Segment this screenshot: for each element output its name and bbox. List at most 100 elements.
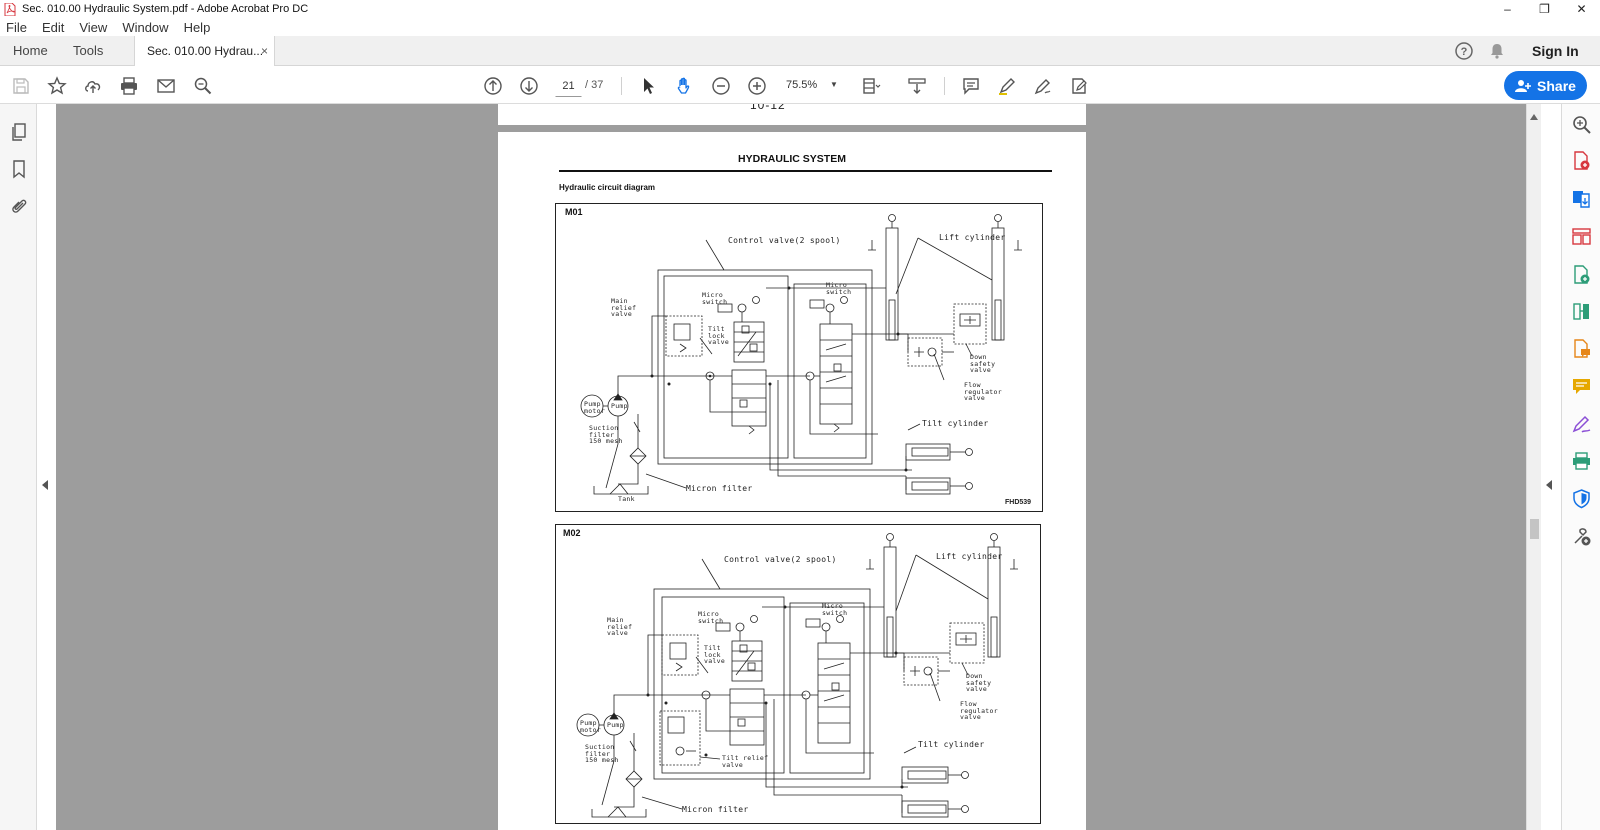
- title-bar: Sec. 010.00 Hydraulic System.pdf - Adobe…: [0, 0, 1600, 18]
- title-rule: [559, 170, 1052, 172]
- document-viewer[interactable]: 10-12 HYDRAULIC SYSTEM Hydraulic circuit…: [56, 104, 1526, 830]
- close-tab-icon[interactable]: ×: [261, 44, 268, 58]
- find-search-icon[interactable]: [192, 75, 214, 97]
- label-micro-switch-2: Micro switch: [822, 602, 848, 617]
- label-micron-filter: Micron filter: [682, 805, 749, 814]
- menu-edit[interactable]: Edit: [40, 20, 66, 35]
- scroll-up-icon[interactable]: [1530, 114, 1538, 120]
- zoom-level[interactable]: 75.5%: [786, 79, 817, 91]
- label-control-valve: Control valve(2 spool): [728, 236, 841, 245]
- label-tank: Tank: [618, 495, 635, 503]
- send-for-comments-icon[interactable]: [1571, 338, 1592, 359]
- menu-window[interactable]: Window: [120, 20, 170, 35]
- hand-tool-icon[interactable]: [673, 75, 695, 97]
- minimize-button[interactable]: –: [1489, 0, 1526, 18]
- menu-bar: File Edit View Window Help: [0, 18, 1600, 36]
- scroll-mode-icon[interactable]: [906, 75, 928, 97]
- label-micro-switch-2: Micro switch: [826, 281, 852, 296]
- create-pdf-icon[interactable]: [1571, 188, 1592, 209]
- label-suction-filter: Suction filter 150 mesh: [585, 743, 619, 764]
- comment-icon[interactable]: [960, 75, 982, 97]
- bookmark-star-icon[interactable]: [46, 75, 68, 97]
- protect-icon[interactable]: [1571, 488, 1592, 509]
- sign-pen-icon[interactable]: [1032, 75, 1054, 97]
- label-flow-regulator-valve: Flow regulator valve: [964, 381, 1002, 402]
- bookmark-icon[interactable]: [9, 159, 29, 179]
- menu-view[interactable]: View: [77, 20, 109, 35]
- zoom-dropdown-icon[interactable]: ▼: [830, 80, 838, 89]
- label-pump: Pump: [607, 721, 624, 729]
- sign-in-label: Sign In: [1532, 43, 1579, 59]
- combine-files-icon[interactable]: [1571, 301, 1592, 322]
- zoom-in-icon[interactable]: [746, 75, 768, 97]
- page-title: HYDRAULIC SYSTEM: [738, 153, 846, 165]
- label-lift-cylinder: Lift cylinder: [936, 552, 1003, 561]
- hydraulic-diagram-m02: M02 Control valve(2 spool) Lift cylinder…: [555, 524, 1041, 824]
- tab-document[interactable]: Sec. 010.00 Hydrau... ×: [134, 36, 275, 66]
- select-cursor-icon[interactable]: [637, 75, 659, 97]
- close-window-button[interactable]: ✕: [1563, 0, 1600, 18]
- left-navigation-pane: [0, 104, 37, 830]
- print-production-icon[interactable]: [1571, 451, 1592, 472]
- highlight-pen-icon[interactable]: [996, 75, 1018, 97]
- page-number-input[interactable]: 21: [555, 75, 582, 97]
- print-icon[interactable]: [118, 75, 140, 97]
- tab-home[interactable]: Home: [13, 36, 48, 66]
- email-icon[interactable]: [155, 75, 177, 97]
- label-tilt-cylinder: Tilt cylinder: [922, 419, 989, 428]
- menu-help[interactable]: Help: [182, 20, 213, 35]
- restore-button[interactable]: ❐: [1526, 0, 1563, 18]
- next-page-icon[interactable]: [518, 75, 540, 97]
- collapse-right-pane-icon[interactable]: [1546, 480, 1552, 490]
- help-icon[interactable]: ?: [1454, 36, 1474, 66]
- export-pdf-icon[interactable]: [1571, 150, 1592, 171]
- share-button[interactable]: Share: [1504, 71, 1587, 100]
- svg-text:?: ?: [1461, 46, 1468, 58]
- toolbar: 21 / 37 75.5% ▼: [0, 67, 1600, 104]
- label-pump-motor: Pump motor: [584, 400, 606, 415]
- tab-bar: Home Tools Sec. 010.00 Hydrau... × ? Sig…: [0, 36, 1600, 66]
- label-micron-filter: Micron filter: [686, 484, 753, 493]
- scroll-thumb[interactable]: [1530, 519, 1539, 539]
- page-subtitle: Hydraulic circuit diagram: [559, 183, 656, 192]
- menu-file[interactable]: File: [4, 20, 29, 35]
- tab-document-label: Sec. 010.00 Hydrau...: [147, 44, 264, 58]
- label-main-relief-valve: Main relief valve: [607, 616, 633, 637]
- zoom-tool-icon[interactable]: [1571, 114, 1592, 135]
- fill-sign-icon[interactable]: [1571, 414, 1592, 435]
- organize-pages-icon[interactable]: [1571, 226, 1592, 247]
- label-micro-switch-1: Micro switch: [698, 610, 724, 625]
- toolbar-divider: [621, 77, 622, 95]
- window-title: Sec. 010.00 Hydraulic System.pdf - Adobe…: [22, 3, 309, 15]
- page-display-icon[interactable]: [860, 75, 882, 97]
- zoom-out-icon[interactable]: [710, 75, 732, 97]
- acrobat-app-icon: [4, 2, 16, 16]
- vertical-scrollbar[interactable]: [1526, 104, 1541, 830]
- label-pump: Pump: [611, 402, 628, 410]
- diagram-tag-m01: M01: [565, 207, 583, 217]
- redact-edit-icon[interactable]: [1068, 75, 1090, 97]
- tab-tools[interactable]: Tools: [73, 36, 103, 66]
- hydraulic-diagram-m01: M01 Control valve(2 spool) Lift cylinder…: [555, 203, 1043, 512]
- toolbar-divider: [944, 77, 945, 95]
- previous-page-fragment: 10-12: [750, 104, 786, 112]
- label-micro-switch-1: Micro switch: [702, 291, 728, 306]
- label-tilt-lock-valve: Tilt lock valve: [704, 644, 726, 665]
- sign-in-link[interactable]: Sign In: [1532, 36, 1579, 66]
- share-label: Share: [1537, 77, 1576, 94]
- attachment-icon[interactable]: [9, 196, 29, 216]
- comment-tool-icon[interactable]: [1571, 376, 1592, 397]
- pages-icon[interactable]: [9, 122, 29, 142]
- collapse-left-pane-icon[interactable]: [42, 480, 48, 490]
- save-icon[interactable]: [10, 75, 32, 97]
- more-tools-icon[interactable]: [1571, 526, 1592, 547]
- label-down-safety-valve: Down safety valve: [966, 672, 992, 693]
- right-tools-pane: [1561, 104, 1600, 830]
- edit-pdf-icon[interactable]: [1571, 264, 1592, 285]
- previous-page-icon[interactable]: [482, 75, 504, 97]
- label-suction-filter: Suction filter 150 mesh: [589, 424, 623, 445]
- label-flow-regulator-valve: Flow regulator valve: [960, 700, 998, 721]
- notifications-icon[interactable]: [1488, 36, 1506, 66]
- diagram-tag-m02: M02: [563, 528, 581, 538]
- upload-cloud-icon[interactable]: [82, 75, 104, 97]
